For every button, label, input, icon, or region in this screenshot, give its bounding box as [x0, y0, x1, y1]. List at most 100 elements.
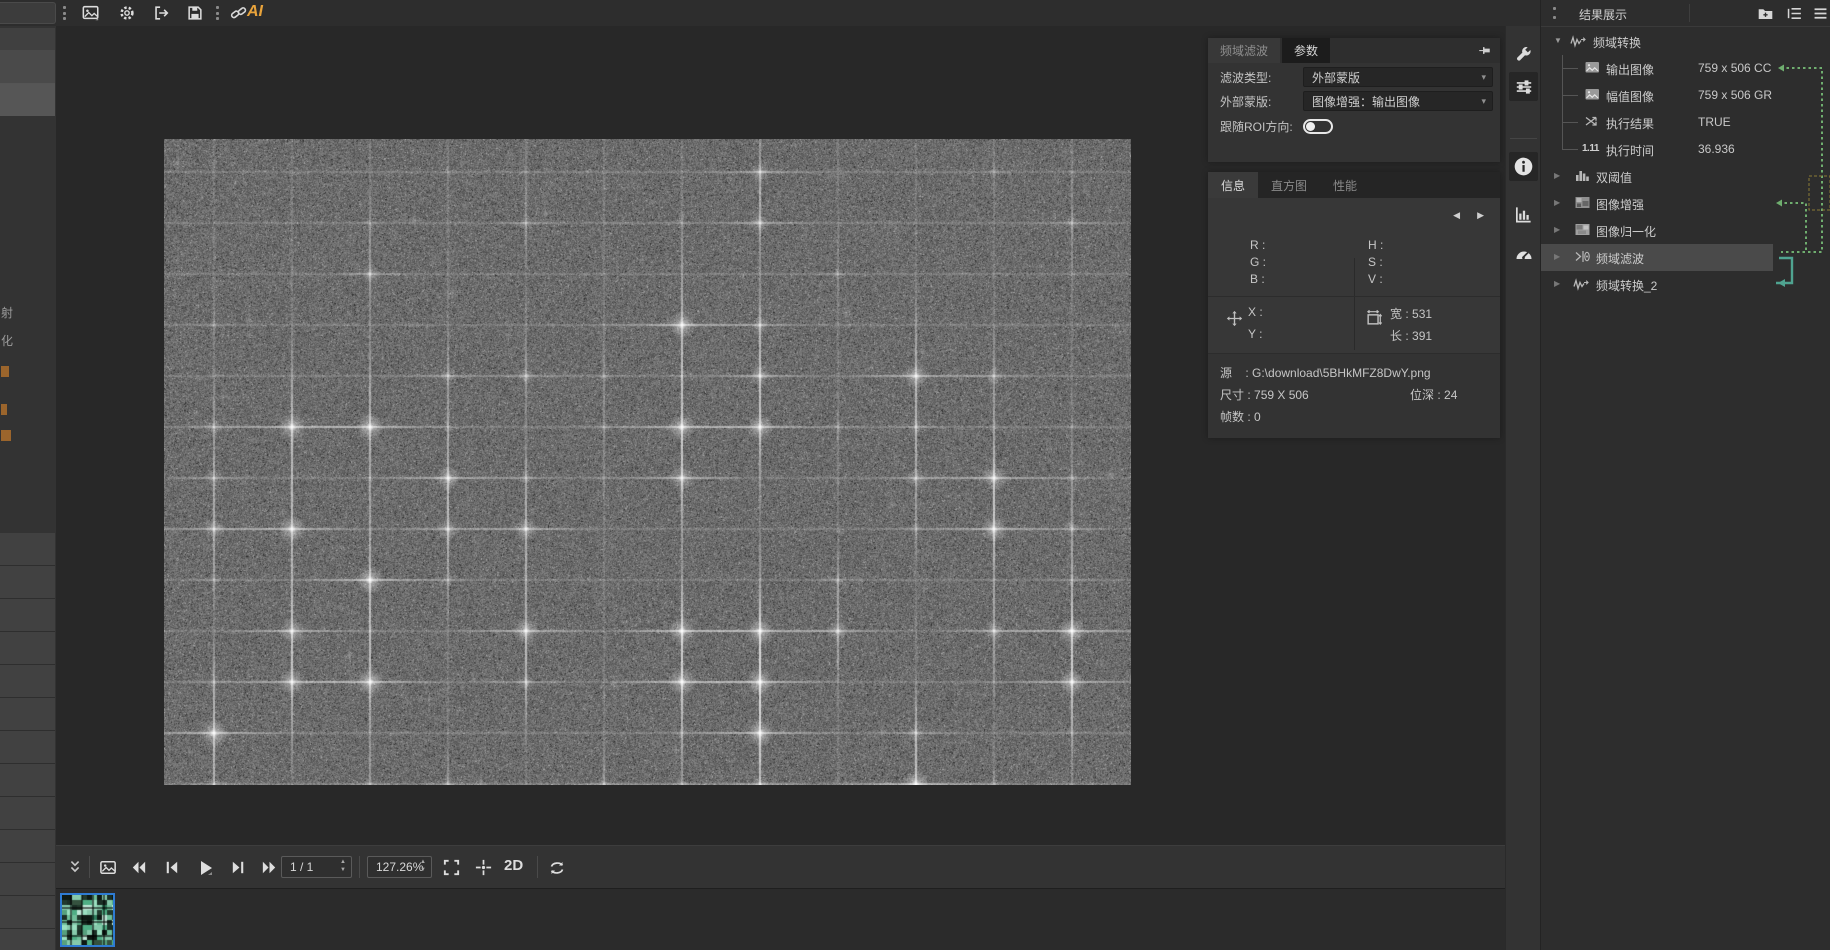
tab-histogram[interactable]: 直方图 — [1258, 172, 1320, 198]
collapse-tree-icon[interactable] — [1786, 5, 1803, 22]
export-button[interactable] — [152, 4, 170, 22]
info-circle-icon[interactable] — [1509, 152, 1538, 181]
sidebar-row[interactable] — [0, 28, 55, 51]
external-mask-dropdown[interactable]: 图像增强：输出图像 ▾ — [1303, 91, 1493, 111]
menu-icon[interactable] — [1812, 5, 1829, 22]
toolbar-separator-dots — [216, 6, 219, 20]
drag-handle-icon[interactable] — [1553, 7, 1556, 19]
tree-node-image-normalize[interactable]: ▶ 图像归一化 — [1541, 217, 1830, 244]
bit-depth-label: 位深 : — [1410, 388, 1441, 402]
page-left-icon[interactable]: ◀ — [1453, 210, 1460, 221]
image-viewport[interactable]: 1 / 1 ▲▼ 127.26% ▲▼ 2D — [56, 26, 1505, 950]
pin-icon[interactable] — [1477, 43, 1492, 58]
expander-closed-icon[interactable]: ▶ — [1554, 252, 1560, 261]
tools-wrench-icon[interactable] — [1509, 40, 1538, 69]
tab-frequency-filter[interactable]: 频域滤波 — [1208, 38, 1280, 63]
tree-node-freq-transform[interactable]: ▼ 频域转换 — [1541, 28, 1830, 55]
sidebar-row[interactable] — [0, 632, 55, 665]
tree-node-image-enhance[interactable]: ▶ 图像增强 — [1541, 190, 1830, 217]
frame-number-spinner[interactable]: 1 / 1 ▲▼ — [281, 856, 352, 878]
sidebar-row[interactable] — [0, 599, 55, 632]
ai-label[interactable]: AI — [247, 3, 263, 21]
viewer-toolbar: 1 / 1 ▲▼ 127.26% ▲▼ 2D — [56, 845, 1505, 889]
expander-open-icon[interactable]: ▼ — [1554, 36, 1562, 45]
sidebar-row[interactable] — [0, 731, 55, 764]
tree-node-freq-transform-2[interactable]: ▶ 频域转换_2 — [1541, 271, 1830, 298]
filter-type-dropdown[interactable]: 外部蒙版 ▾ — [1303, 67, 1493, 87]
spin-up-icon[interactable]: ▲ — [420, 858, 426, 866]
tab-info[interactable]: 信息 — [1208, 172, 1258, 198]
sidebar-row[interactable] — [0, 51, 55, 84]
s-label: S : — [1368, 255, 1383, 269]
save-button[interactable] — [186, 4, 204, 22]
parameters-sliders-icon[interactable] — [1509, 72, 1538, 101]
performance-gauge-icon[interactable] — [1509, 240, 1538, 269]
sidebar-row[interactable] — [0, 929, 55, 950]
skip-to-start-button[interactable] — [129, 858, 149, 878]
width-value: 531 — [1412, 307, 1432, 321]
image-icon — [1585, 61, 1600, 74]
mode-2d-button[interactable]: 2D — [504, 857, 523, 874]
filter-icon — [1575, 250, 1591, 263]
open-image-button[interactable] — [82, 4, 100, 22]
tree-node-label: 频域滤波 — [1596, 250, 1644, 267]
zoom-level-spinner[interactable]: 127.26% ▲▼ — [367, 856, 432, 878]
tree-item-output-image[interactable]: 输出图像 759 x 506 CC — [1541, 55, 1830, 82]
waveform-icon — [1573, 277, 1589, 292]
tab-performance[interactable]: 性能 — [1320, 172, 1370, 198]
chevron-down-icon: ▾ — [1481, 72, 1486, 83]
expander-closed-icon[interactable]: ▶ — [1554, 279, 1560, 288]
sidebar-row[interactable] — [0, 830, 55, 863]
previous-frame-button[interactable] — [162, 858, 182, 878]
ai-link-icon[interactable] — [230, 4, 248, 22]
image-list-button[interactable] — [99, 858, 119, 878]
sidebar-row[interactable] — [0, 533, 55, 566]
selected-thumbnail[interactable] — [60, 893, 115, 947]
sidebar-row-selected[interactable] — [0, 84, 55, 116]
size-value: 759 X 506 — [1254, 388, 1309, 402]
thumbnail-icon — [1575, 223, 1590, 239]
settings-gear-button[interactable] — [118, 4, 136, 22]
bit-depth-value: 24 — [1444, 388, 1457, 402]
follow-roi-label: 跟随ROI方向: — [1220, 118, 1293, 135]
results-panel: 结果展示 ▼ 频域转换 — [1540, 0, 1830, 950]
fit-fullscreen-button[interactable] — [442, 858, 462, 878]
tree-item-exec-time[interactable]: 1.11 执行时间 36.936 — [1541, 136, 1830, 163]
tree-item-magnitude-image[interactable]: 幅值图像 759 x 506 GR — [1541, 82, 1830, 109]
collapse-chevrons-icon[interactable] — [66, 858, 86, 878]
tree-node-label: 图像增强 — [1596, 196, 1644, 213]
sidebar-row[interactable] — [0, 698, 55, 731]
histogram-icon[interactable] — [1509, 200, 1538, 229]
follow-roi-toggle[interactable] — [1303, 119, 1333, 134]
sidebar-row[interactable] — [0, 797, 55, 830]
spin-up-icon[interactable]: ▲ — [340, 858, 346, 866]
tree-node-label: 双阈值 — [1596, 169, 1632, 186]
next-frame-button[interactable] — [229, 858, 249, 878]
divider — [359, 856, 360, 878]
result-shuffle-icon — [1585, 115, 1599, 128]
sidebar-row[interactable] — [0, 764, 55, 797]
sidebar-row[interactable] — [0, 566, 55, 599]
fft-spectrum-image[interactable] — [164, 139, 1131, 785]
size-rect-icon — [1365, 309, 1383, 327]
expander-closed-icon[interactable]: ▶ — [1554, 171, 1560, 180]
expander-closed-icon[interactable]: ▶ — [1554, 198, 1560, 207]
skip-to-end-button[interactable] — [260, 858, 280, 878]
tree-item-exec-result[interactable]: 执行结果 TRUE — [1541, 109, 1830, 136]
sidebar-row[interactable] — [0, 665, 55, 698]
play-button[interactable] — [195, 858, 215, 878]
loop-playback-button[interactable] — [547, 858, 567, 878]
spin-down-icon[interactable]: ▼ — [340, 866, 346, 874]
expander-closed-icon[interactable]: ▶ — [1554, 225, 1560, 234]
tab-parameters[interactable]: 参数 — [1282, 38, 1330, 63]
spin-down-icon[interactable]: ▼ — [420, 866, 426, 874]
parameters-panel: 频域滤波 参数 滤波类型: 外部蒙版 ▾ 外部蒙版: 图像增强：输出图像 ▾ 跟… — [1208, 38, 1500, 162]
tree-node-freq-filter[interactable]: ▶ 频域滤波 — [1541, 244, 1773, 271]
tree-node-double-threshold[interactable]: ▶ 双阈值 — [1541, 163, 1830, 190]
sidebar-row[interactable] — [0, 863, 55, 896]
clipped-orange-fragment — [1, 366, 9, 377]
page-right-icon[interactable]: ▶ — [1477, 210, 1484, 221]
sidebar-row[interactable] — [0, 896, 55, 929]
center-crosshair-button[interactable] — [474, 858, 494, 878]
add-folder-icon[interactable] — [1757, 5, 1774, 22]
